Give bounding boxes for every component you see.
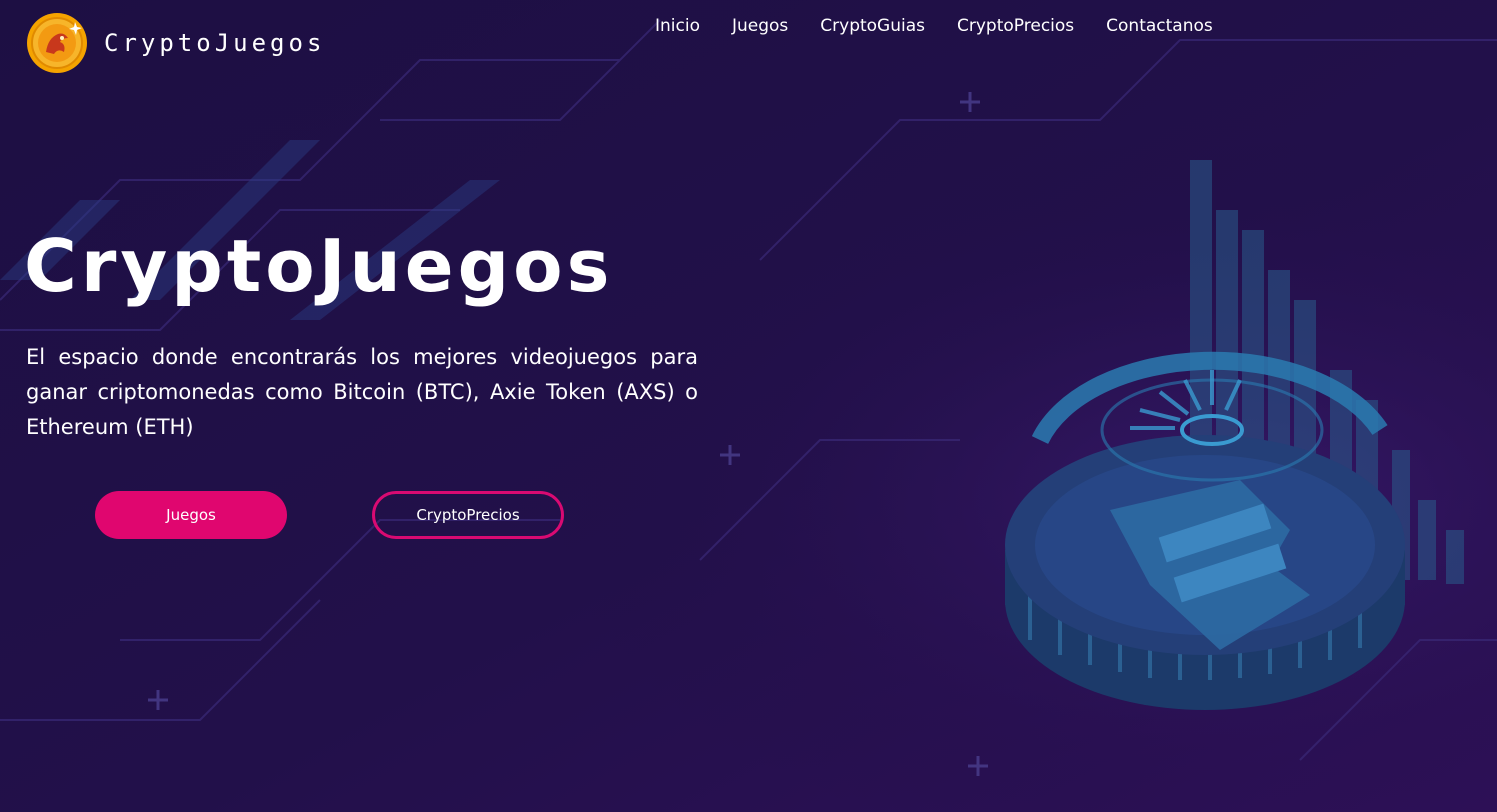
brand-name: CryptoJuegos <box>104 29 326 57</box>
dragon-coin-icon <box>27 13 87 73</box>
cryptoprecios-button[interactable]: CryptoPrecios <box>372 491 564 539</box>
nav-item-cryptoprecios[interactable]: CryptoPrecios <box>957 14 1074 38</box>
brand-logo[interactable]: CryptoJuegos <box>26 12 325 74</box>
bitcoin-coin-icon <box>1005 351 1405 710</box>
hero-subtitle: El espacio donde encontrarás los mejores… <box>26 345 698 439</box>
nav-item-cryptoguias[interactable]: CryptoGuias <box>820 14 925 38</box>
main-nav: Inicio Juegos CryptoGuias CryptoPrecios … <box>655 14 1245 38</box>
nav-item-contactanos[interactable]: Contactanos <box>1106 14 1213 38</box>
nav-item-juegos[interactable]: Juegos <box>732 14 788 38</box>
hero-title: CryptoJuegos <box>24 224 614 308</box>
nav-item-inicio[interactable]: Inicio <box>655 14 700 38</box>
juegos-button[interactable]: Juegos <box>95 491 287 539</box>
